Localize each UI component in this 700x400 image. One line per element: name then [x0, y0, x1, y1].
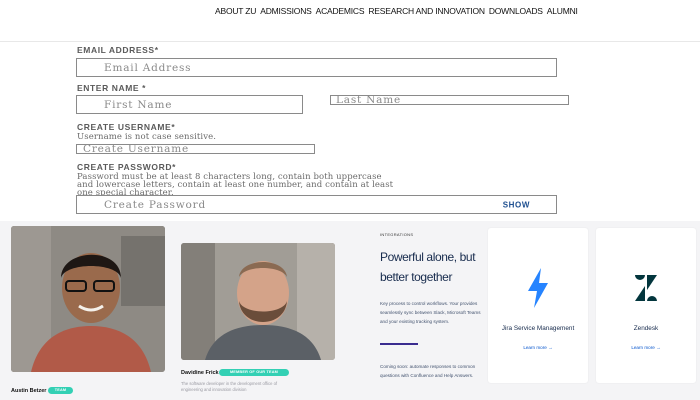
- person-caption-line-2: engineering and innovation division: [181, 387, 247, 392]
- integration-name-jira: Jira Service Management: [501, 325, 575, 332]
- nav-item-admissions[interactable]: ADMISSIONS: [260, 6, 312, 16]
- person-badge-1: TEAM: [48, 387, 73, 394]
- registration-form: EMAIL ADDRESS* Email Address ENTER NAME …: [0, 42, 700, 222]
- last-name-field[interactable]: Last Name: [330, 94, 569, 106]
- promo-divider: [380, 343, 418, 345]
- name-label: ENTER NAME *: [77, 83, 147, 93]
- nav-item-downloads[interactable]: DOWNLOADS: [489, 6, 543, 16]
- nav-links: ABOUT ZU ADMISSIONS ACADEMICS RESEARCH A…: [215, 6, 578, 16]
- promo-title: Powerful alone, but better together: [380, 250, 476, 284]
- first-name-placeholder: First Name: [104, 98, 173, 111]
- email-field[interactable]: Email Address: [76, 58, 557, 77]
- integration-card-zendesk[interactable]: Zendesk Learn more →: [596, 228, 696, 383]
- nav-item-research[interactable]: RESEARCH AND INNOVATION: [368, 6, 485, 16]
- person-photo-1: [11, 226, 165, 372]
- username-field[interactable]: Create Username: [76, 143, 315, 155]
- team-section: Austin Betzer TEAM Davidine Frick MEMBER…: [0, 221, 372, 400]
- bottom-banner: Austin Betzer TEAM Davidine Frick MEMBER…: [0, 221, 700, 400]
- integration-card-jira[interactable]: Jira Service Management Learn more →: [488, 228, 588, 383]
- password-label: CREATE PASSWORD*: [77, 162, 177, 172]
- person-name-2: Davidine Frick: [181, 370, 219, 376]
- integrations-promo: INTEGRATIONS Powerful alone, but better …: [372, 221, 482, 400]
- password-field[interactable]: Create Password SHOW: [76, 195, 557, 214]
- person-badge-2: MEMBER OF OUR TEAM: [219, 369, 289, 376]
- person-photo-2: [181, 243, 335, 360]
- username-label: CREATE USERNAME*: [77, 122, 176, 132]
- promo-footer: Coming soon: automate responses to commo…: [380, 364, 476, 378]
- promo-eyebrow: INTEGRATIONS: [380, 232, 414, 237]
- promo-description: Key process to control workflows. Your p…: [380, 301, 481, 324]
- username-hint: Username is not case sensitive.: [77, 132, 217, 142]
- nav-item-about[interactable]: ABOUT ZU: [215, 6, 256, 16]
- zendesk-logo-icon: [635, 275, 657, 306]
- bolt-icon: [527, 268, 549, 313]
- integration-name-zendesk: Zendesk: [633, 325, 659, 332]
- nav-item-alumni[interactable]: ALUMNI: [547, 6, 578, 16]
- person-name-1: Austin Betzer: [11, 388, 47, 394]
- learn-more-link-jira[interactable]: Learn more →: [488, 345, 588, 350]
- first-name-field[interactable]: First Name: [76, 95, 303, 114]
- username-placeholder: Create Username: [83, 143, 189, 155]
- learn-more-link-zendesk[interactable]: Learn more →: [596, 345, 696, 350]
- nav-item-academics[interactable]: ACADEMICS: [316, 6, 365, 16]
- email-placeholder: Email Address: [104, 61, 192, 74]
- email-label: EMAIL ADDRESS*: [77, 45, 159, 55]
- password-placeholder: Create Password: [104, 198, 206, 211]
- last-name-placeholder: Last Name: [336, 94, 401, 106]
- top-nav: ABOUT ZU ADMISSIONS ACADEMICS RESEARCH A…: [0, 0, 700, 42]
- show-password-button[interactable]: SHOW: [503, 200, 530, 209]
